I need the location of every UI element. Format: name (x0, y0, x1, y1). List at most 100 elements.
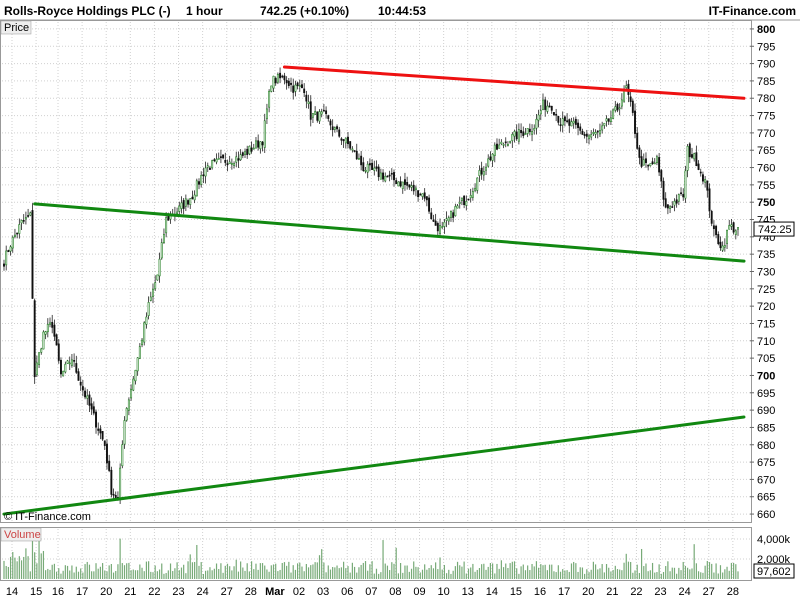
candle-body (583, 134, 586, 136)
candle-body (33, 300, 36, 378)
candle-body (3, 263, 5, 267)
volume-bar (62, 570, 64, 579)
volume-bar (367, 570, 369, 579)
volume-bar (448, 569, 450, 579)
volume-bar (538, 567, 540, 579)
candle-body (434, 220, 437, 226)
volume-bar (123, 565, 126, 579)
volume-bar (426, 569, 428, 579)
volume-bar (143, 571, 145, 579)
candle-body (132, 378, 135, 391)
volume-bar (237, 571, 240, 579)
volume-bar (518, 573, 520, 579)
candle-body (125, 408, 128, 421)
candle-body (682, 194, 685, 198)
x-tick-label: 17 (558, 586, 570, 598)
candle-body (97, 428, 100, 431)
volume-bar (196, 544, 198, 579)
candle-body (561, 118, 564, 126)
x-tick-label: 03 (317, 586, 329, 598)
price-chart[interactable]: Rolls-Royce Holdings PLC (-) 1 hour 742.… (0, 0, 800, 600)
volume-bar (601, 564, 603, 579)
candle-body (40, 348, 43, 353)
candle-body (454, 206, 457, 217)
volume-bar (542, 565, 544, 579)
volume-bar (546, 570, 548, 579)
volume-bar (257, 569, 259, 579)
volume-bar (303, 571, 305, 579)
candle-body (239, 154, 242, 161)
candle-body (485, 166, 487, 171)
volume-bar (586, 569, 588, 579)
volume-bar (161, 563, 163, 579)
candle-body (213, 159, 216, 161)
candle-body (704, 179, 707, 183)
candle-body (265, 108, 268, 120)
candle-body (550, 105, 553, 111)
volume-bar (176, 562, 178, 579)
volume-bar (608, 567, 610, 579)
volume-bar (364, 561, 367, 579)
candle-body (417, 190, 420, 198)
volume-bar (524, 570, 527, 579)
volume-bar (481, 564, 483, 579)
volume-bar (408, 571, 410, 579)
volume-bar (500, 560, 502, 579)
volume-bar (137, 570, 139, 579)
candle-body (320, 111, 323, 115)
x-tick-label: 20 (100, 586, 112, 598)
candle-body (331, 126, 334, 131)
volume-bar (435, 562, 437, 579)
candle-body (360, 155, 363, 166)
candle-body (469, 194, 472, 199)
candle-body (20, 220, 23, 224)
candle-body (143, 322, 146, 343)
volume-bar (380, 572, 382, 579)
candle-body (664, 198, 667, 208)
volume-bar (40, 553, 42, 579)
volume-bar (527, 565, 529, 579)
candle-body (16, 232, 19, 235)
candle-body (605, 118, 608, 122)
volume-bar (69, 570, 71, 579)
candle-body (228, 161, 231, 165)
volume-bar (312, 564, 314, 579)
volume-bar (465, 573, 467, 579)
volume-bar (119, 538, 121, 579)
candle-body (241, 152, 244, 156)
x-tick-label: 24 (679, 586, 691, 598)
volume-bar (36, 563, 38, 579)
volume-bar (581, 567, 584, 579)
candle-body (535, 118, 538, 129)
volume-bar (614, 565, 616, 579)
volume-bar (722, 572, 724, 579)
candle-body (585, 133, 588, 137)
volume-bar (478, 568, 481, 579)
y-tick-label: 775 (757, 111, 775, 123)
volume-bar (288, 561, 290, 579)
candle-body (66, 360, 69, 364)
candle-body (594, 132, 597, 135)
candle-body (70, 359, 73, 366)
volume-bar (424, 564, 426, 579)
volume-bar (231, 570, 233, 579)
candle-body (677, 194, 680, 202)
volume-bar (592, 561, 594, 579)
candle-body (511, 134, 514, 142)
volume-bar (112, 572, 115, 579)
volume-bar (724, 569, 726, 579)
candle-body (629, 96, 632, 102)
candle-body (476, 177, 479, 191)
x-tick-label: 14 (486, 586, 498, 598)
candle-body (86, 395, 89, 399)
candle-body (708, 188, 711, 212)
volume-bar (733, 562, 735, 579)
candle-body (327, 115, 330, 119)
candle-body (506, 144, 509, 146)
candle-body (272, 75, 275, 89)
y-tick-label: 720 (757, 301, 775, 313)
candle-body (68, 362, 71, 365)
candle-body (522, 131, 525, 136)
candle-body (101, 431, 104, 440)
volume-bar (18, 556, 20, 579)
